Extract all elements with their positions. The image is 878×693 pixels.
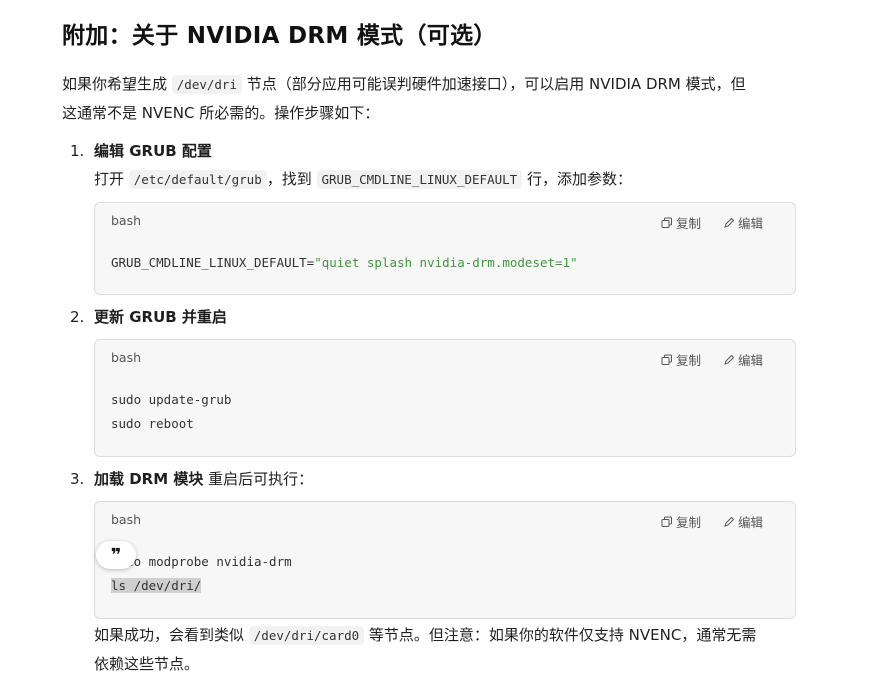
list-item: 2. 更新 GRUB 并重启 bash 复制 编辑 sudo update-gr… <box>62 303 802 457</box>
list-item: 1. 编辑 GRUB 配置 打开 /etc/default/grub ，找到 GR… <box>62 137 802 295</box>
code-content[interactable]: sudo update-grub sudo reboot <box>95 376 795 436</box>
pen-icon <box>724 217 735 228</box>
step-number: 3. <box>70 470 85 488</box>
inline-code: /etc/default/grub <box>128 170 267 189</box>
inline-code: GRUB_CMDLINE_LINUX_DEFAULT <box>316 170 523 189</box>
inline-code: /dev/dri/card0 <box>248 626 365 645</box>
step-number: 1. <box>70 142 85 160</box>
selected-text: ls /dev/dri/ <box>111 578 202 593</box>
step-description: 打开 /etc/default/grub ，找到 GRUB_CMDLINE_LIN… <box>94 170 632 189</box>
code-block: bash 复制 编辑 sudo modprobe nvidia-drm ls /… <box>94 501 796 619</box>
copy-icon <box>661 217 672 228</box>
section-heading: 附加：关于 NVIDIA DRM 模式（可选） <box>62 23 497 49</box>
intro-text: 节点（部分应用可能误判硬件加速接口），可以启用 NVIDIA DRM 模式，但 <box>242 75 746 93</box>
intro-text: 这通常不是 NVENC 所必需的。操作步骤如下： <box>62 104 380 122</box>
edit-button[interactable]: 编辑 <box>723 512 763 531</box>
code-language: bash <box>111 350 142 365</box>
edit-button[interactable]: 编辑 <box>723 213 763 232</box>
list-item: 3. 加载 DRM 模块 重启后可执行： bash 复制 编辑 sudo mod… <box>62 465 802 619</box>
code-block: bash 复制 编辑 GRUB_CMDLINE_LINUX_DEFAULT="q… <box>94 202 796 295</box>
step-title: 加载 DRM 模块 重启后可执行： <box>94 470 314 488</box>
copy-button[interactable]: 复制 <box>661 213 701 232</box>
code-content[interactable]: GRUB_CMDLINE_LINUX_DEFAULT="quiet splash… <box>95 239 795 275</box>
copy-icon <box>661 516 672 527</box>
step-title: 编辑 GRUB 配置 <box>94 142 212 160</box>
article: 附加：关于 NVIDIA DRM 模式（可选） 如果你希望生成 /dev/dri… <box>62 18 802 678</box>
code-language: bash <box>111 213 142 228</box>
code-content[interactable]: sudo modprobe nvidia-drm ls /dev/dri/ <box>95 538 795 598</box>
quote-button[interactable]: ❞ <box>96 541 136 569</box>
intro-text: 如果你希望生成 <box>62 75 172 93</box>
code-block: bash 复制 编辑 sudo update-grub sudo reboot <box>94 339 796 457</box>
outro-paragraph: 如果成功，会看到类似 /dev/dri/card0 等节点。但注意：如果你的软件… <box>94 626 757 673</box>
copy-button[interactable]: 复制 <box>661 512 701 531</box>
edit-button[interactable]: 编辑 <box>723 350 763 369</box>
code-language: bash <box>111 512 142 527</box>
steps-list: 1. 编辑 GRUB 配置 打开 /etc/default/grub ，找到 GR… <box>62 137 802 619</box>
step-title: 更新 GRUB 并重启 <box>94 308 227 326</box>
pen-icon <box>724 354 735 365</box>
step-number: 2. <box>70 308 85 326</box>
copy-button[interactable]: 复制 <box>661 350 701 369</box>
pen-icon <box>724 516 735 527</box>
copy-icon <box>661 354 672 365</box>
intro-paragraph: 如果你希望生成 /dev/dri 节点（部分应用可能误判硬件加速接口），可以启用… <box>62 70 802 127</box>
inline-code: /dev/dri <box>171 75 242 94</box>
